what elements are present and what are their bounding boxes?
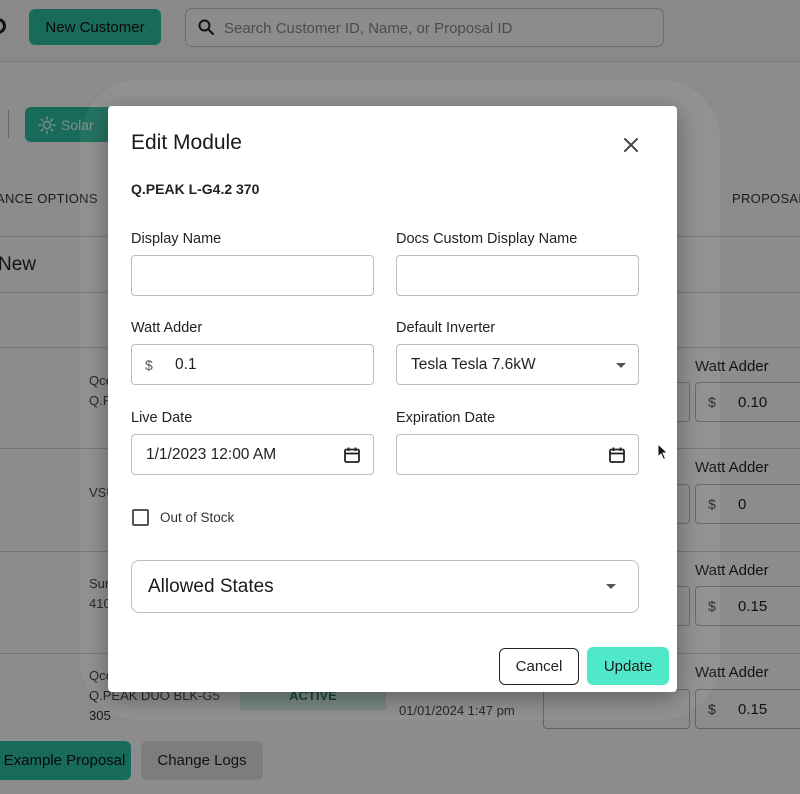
out-of-stock-checkbox[interactable] — [132, 509, 149, 526]
default-inverter-select[interactable]: Tesla Tesla 7.6kW — [396, 344, 639, 385]
mouse-cursor-icon — [657, 443, 669, 461]
module-name: Q.PEAK L-G4.2 370 — [131, 181, 260, 197]
docs-display-name-field[interactable] — [396, 255, 639, 296]
close-icon[interactable] — [620, 134, 642, 156]
currency-symbol: $ — [145, 357, 153, 373]
dialog-title: Edit Module — [131, 131, 242, 154]
live-date-label: Live Date — [131, 410, 193, 426]
cancel-button[interactable]: Cancel — [499, 648, 579, 685]
display-name-label: Display Name — [131, 231, 222, 247]
chevron-down-icon — [606, 584, 616, 589]
chevron-down-icon — [616, 363, 626, 368]
edit-module-dialog: Edit Module Q.PEAK L-G4.2 370 Display Na… — [108, 106, 677, 692]
docs-display-name-input[interactable] — [397, 256, 638, 295]
docs-display-name-label: Docs Custom Display Name — [396, 231, 578, 247]
default-inverter-label: Default Inverter — [396, 320, 496, 336]
display-name-field[interactable] — [131, 255, 374, 296]
expiration-date-label: Expiration Date — [396, 410, 496, 426]
allowed-states-dropdown[interactable]: Allowed States — [131, 560, 639, 613]
expiration-date-field[interactable] — [396, 434, 639, 475]
watt-adder-label: Watt Adder — [131, 320, 203, 336]
default-inverter-value: Tesla Tesla 7.6kW — [411, 356, 536, 373]
watt-adder-field[interactable]: $ 0.1 — [131, 344, 374, 385]
calendar-icon[interactable] — [608, 446, 626, 464]
live-date-field[interactable]: 1/1/2023 12:00 AM — [131, 434, 374, 475]
display-name-input[interactable] — [132, 256, 373, 295]
allowed-states-label: Allowed States — [148, 576, 274, 597]
update-button[interactable]: Update — [587, 647, 669, 685]
watt-adder-value[interactable]: 0.1 — [175, 356, 197, 374]
live-date-value: 1/1/2023 12:00 AM — [146, 446, 277, 463]
calendar-icon[interactable] — [343, 446, 361, 464]
out-of-stock-label: Out of Stock — [160, 510, 235, 525]
